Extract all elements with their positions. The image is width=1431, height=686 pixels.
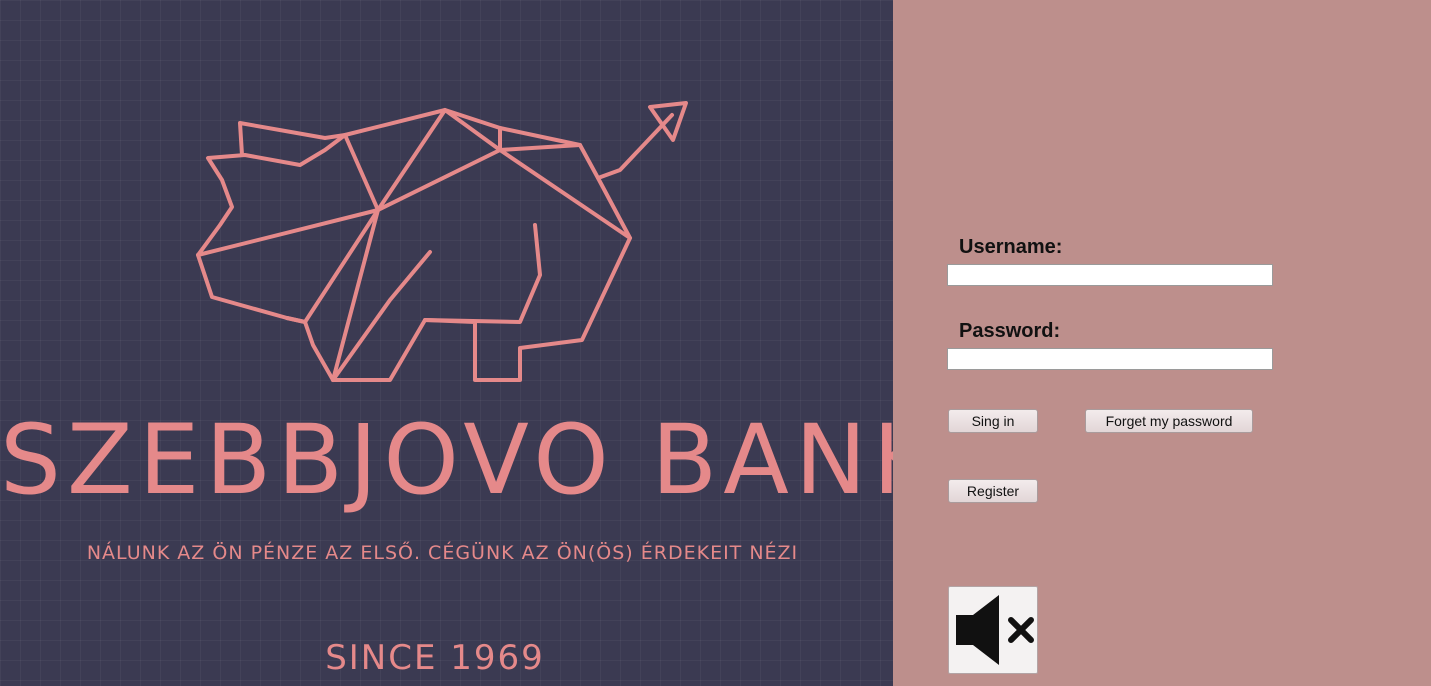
login-panel: Username: Password: Sing in Forget my pa… <box>893 0 1431 686</box>
password-label: Password: <box>959 320 1061 342</box>
register-button[interactable]: Register <box>948 479 1038 503</box>
forgot-password-button[interactable]: Forget my password <box>1085 409 1253 433</box>
speaker-muted-icon <box>956 595 1034 665</box>
pig-logo-icon <box>196 101 688 382</box>
since-text: SINCE 1969 <box>325 638 545 678</box>
password-input[interactable] <box>947 348 1273 370</box>
brand-tagline: NÁLUNK AZ ÖN PÉNZE AZ ELSŐ. CÉGÜNK AZ ÖN… <box>86 542 799 564</box>
brand-name: SZEBBJOVO BANK <box>0 404 893 516</box>
brand-panel: SZEBBJOVO BANK NÁLUNK AZ ÖN PÉNZE AZ ELS… <box>0 0 893 686</box>
username-label: Username: <box>959 236 1063 258</box>
username-input[interactable] <box>947 264 1273 286</box>
mute-button[interactable] <box>948 586 1038 674</box>
sign-in-button[interactable]: Sing in <box>948 409 1038 433</box>
